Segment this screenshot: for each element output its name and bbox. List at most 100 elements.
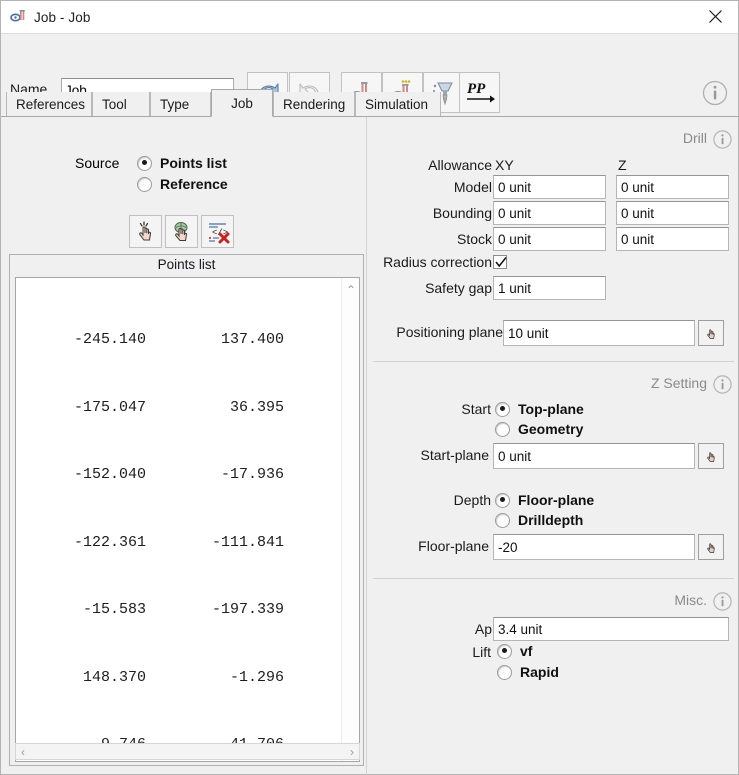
model-z-field[interactable] — [616, 175, 729, 199]
radius-correction-label: Radius correction — [383, 254, 492, 270]
radio-depth-floor-plane[interactable]: Floor-plane — [495, 492, 594, 508]
drill-section-title: Drill — [682, 130, 707, 146]
tab-job[interactable]: Job — [211, 89, 273, 117]
radio-label: Drilldepth — [518, 512, 584, 528]
clear-list-button[interactable]: </> — [201, 215, 234, 248]
tab-bar: References Tool Type Job Rendering Simul… — [1, 89, 739, 117]
point-y: -111.841 — [211, 533, 284, 551]
hand-click-icon — [138, 220, 151, 240]
title-bar: Job - Job — [1, 1, 738, 34]
radio-start-top-plane[interactable]: Top-plane — [495, 401, 584, 417]
radio-label: Rapid — [520, 664, 559, 680]
start-plane-field[interactable] — [493, 443, 695, 469]
ap-field[interactable] — [493, 617, 729, 641]
window-title: Job - Job — [34, 9, 91, 25]
points-list-row: -15.583 -197.339 — [16, 599, 326, 622]
points-list-content: -245.140 137.400 -175.047 36.395 -152.04… — [16, 284, 326, 761]
radio-label: Floor-plane — [518, 492, 595, 508]
section-divider — [373, 361, 734, 362]
close-icon[interactable] — [692, 1, 738, 32]
point-y: 137.400 — [220, 331, 284, 348]
point-x: -152.040 — [73, 466, 146, 483]
start-plane-label: Start-plane — [420, 447, 489, 463]
safety-gap-label: Safety gap — [425, 280, 492, 296]
radio-source-reference[interactable]: Reference — [137, 176, 228, 192]
radio-label: vf — [520, 643, 533, 659]
job-dialog-window: Job - Job Name Job PP References Tool Ty… — [0, 0, 739, 775]
lift-label: Lift — [472, 644, 491, 660]
floor-plane-field[interactable] — [493, 534, 695, 560]
radio-start-geometry[interactable]: Geometry — [495, 421, 583, 437]
point-y: -17.936 — [220, 466, 284, 483]
floor-plane-pick-button[interactable] — [698, 534, 724, 560]
positioning-plane-field[interactable] — [503, 320, 695, 346]
start-plane-pick-button[interactable] — [698, 443, 724, 469]
radio-source-points-list[interactable]: Points list — [137, 155, 227, 171]
radio-dot-icon — [137, 155, 152, 171]
hand-pick-icon — [706, 542, 715, 553]
safety-gap-field[interactable] — [493, 276, 606, 300]
hand-pick-icon — [706, 451, 715, 462]
code-delete-icon: </> — [208, 222, 229, 243]
misc-section-title: Misc. — [674, 592, 707, 608]
drill-info-icon[interactable] — [713, 130, 732, 149]
radio-dot-icon — [497, 643, 512, 659]
radio-label: Reference — [160, 176, 228, 192]
radio-label: Top-plane — [518, 401, 584, 417]
positioning-plane-label: Positioning plane — [396, 324, 503, 340]
points-list-horizontal-scrollbar[interactable]: ‹ › — [15, 743, 360, 760]
points-list-title: Points list — [10, 255, 363, 274]
z-setting-section-title: Z Setting — [650, 375, 707, 391]
scroll-left-icon[interactable]: ‹ — [21, 746, 25, 758]
radio-dot-icon — [495, 512, 510, 528]
section-divider — [373, 578, 734, 579]
radio-dot-icon — [495, 421, 510, 437]
radio-label: Points list — [160, 155, 227, 171]
radio-dot-icon — [137, 176, 152, 192]
radio-label: Geometry — [518, 421, 584, 437]
radius-correction-checkbox[interactable] — [493, 255, 507, 269]
tab-references[interactable]: References — [6, 92, 92, 116]
tab-rendering[interactable]: Rendering — [273, 92, 355, 116]
bounding-xy-field[interactable] — [493, 201, 606, 225]
radio-dot-icon — [497, 664, 512, 680]
positioning-plane-pick-button[interactable] — [698, 320, 724, 346]
point-y: -197.339 — [211, 601, 284, 618]
points-list-vertical-scrollbar[interactable]: ⌃ ⌄ — [341, 278, 359, 761]
model-xy-field[interactable] — [493, 175, 606, 199]
floor-plane-label: Floor-plane — [418, 538, 489, 554]
pick-point-button[interactable] — [129, 215, 162, 248]
bounding-label: Bounding — [432, 205, 492, 221]
tab-type[interactable]: Type — [150, 92, 211, 116]
point-x: -122.361 — [73, 533, 146, 551]
pick-surface-button[interactable] — [165, 215, 198, 248]
column-header-xy: XY — [495, 157, 514, 173]
scroll-up-icon[interactable]: ⌃ — [346, 284, 356, 296]
hand-surface-icon — [174, 221, 187, 241]
radio-lift-rapid[interactable]: Rapid — [497, 664, 559, 680]
radio-lift-vf[interactable]: vf — [497, 643, 532, 659]
model-label: Model — [453, 179, 492, 195]
stock-z-field[interactable] — [616, 227, 729, 251]
tab-tool[interactable]: Tool — [92, 92, 150, 116]
bounding-z-field[interactable] — [616, 201, 729, 225]
points-list-row: 148.370 -1.296 — [16, 667, 326, 690]
points-list-row: -152.040 -17.936 — [16, 464, 326, 487]
stock-xy-field[interactable] — [493, 227, 606, 251]
checkmark-icon — [495, 257, 507, 268]
point-x: -15.583 — [82, 601, 146, 618]
scroll-right-icon[interactable]: › — [350, 746, 354, 758]
point-x: 148.370 — [82, 668, 146, 686]
point-y: -1.296 — [229, 668, 284, 686]
point-x: -245.140 — [73, 331, 146, 348]
radio-dot-icon — [495, 492, 510, 508]
misc-info-icon[interactable] — [713, 592, 732, 611]
points-list-textarea[interactable]: -245.140 137.400 -175.047 36.395 -152.04… — [15, 277, 360, 762]
allowance-label: Allowance — [428, 157, 492, 173]
z-setting-info-icon[interactable] — [713, 375, 732, 394]
points-list-row: -175.047 36.395 — [16, 397, 326, 420]
radio-depth-drilldepth[interactable]: Drilldepth — [495, 512, 583, 528]
tab-simulation[interactable]: Simulation — [355, 92, 441, 116]
stock-label: Stock — [456, 231, 492, 247]
points-list-row: -245.140 137.400 — [16, 329, 326, 352]
